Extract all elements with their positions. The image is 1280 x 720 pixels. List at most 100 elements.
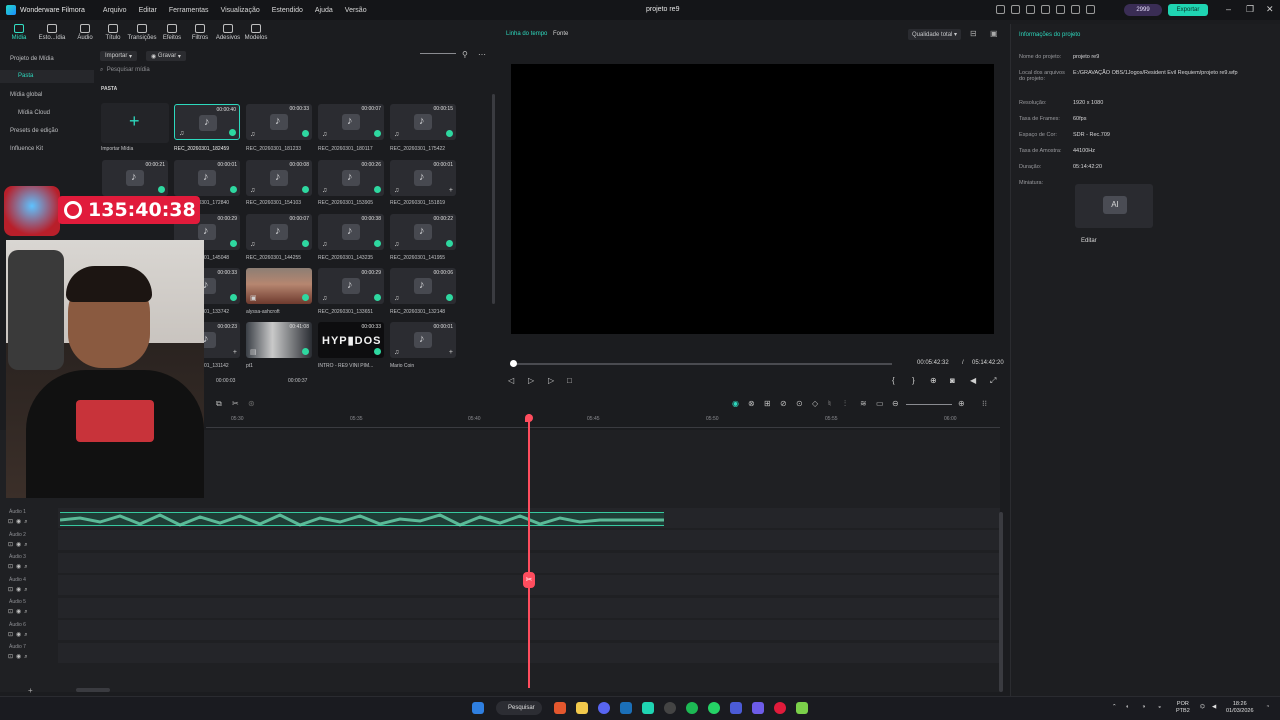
media-item[interactable]: 00:00:40 ♫ — [174, 104, 240, 140]
settings-icon[interactable] — [1071, 5, 1080, 14]
media-item[interactable]: 00:00:08 ♫ — [246, 160, 312, 196]
add-icon[interactable]: + — [233, 349, 237, 356]
marker-icon[interactable]: ⊞ — [764, 399, 771, 408]
credits-badge[interactable]: 2999 — [1124, 4, 1162, 16]
tab-adesivos[interactable]: Adesivos — [213, 24, 243, 41]
track-controls[interactable]: ⊡◉⌕ — [8, 653, 31, 661]
network-icon[interactable]: ⌬ — [1200, 704, 1205, 711]
media-item[interactable]: 00:00:26 ♫ — [318, 160, 384, 196]
track-controls[interactable]: ⊡◉⌕ — [8, 608, 31, 616]
tab-timeline[interactable]: Linha do tempo — [506, 31, 547, 37]
audio-clip[interactable] — [60, 512, 664, 527]
edit-thumbnail-button[interactable]: Editar — [1081, 238, 1097, 244]
filmora-taskbar-icon[interactable] — [642, 702, 654, 714]
media-search[interactable]: ⌕ Pesquisar mídia — [100, 67, 490, 79]
timeline-h-scrollbar[interactable] — [76, 688, 110, 692]
discord-icon[interactable] — [598, 702, 610, 714]
menu-visualizacao[interactable]: Visualização — [221, 7, 260, 14]
timeline-zoom-slider[interactable] — [906, 404, 952, 405]
stop-icon[interactable]: □ — [567, 376, 572, 385]
split-icon[interactable]: ✂ — [232, 399, 239, 408]
playhead-marker[interactable] — [525, 414, 533, 422]
snapshot-icon[interactable]: ▣ — [990, 29, 998, 38]
add-icon[interactable]: + — [449, 187, 453, 194]
compare-icon[interactable]: ⊟ — [970, 29, 977, 38]
add-icon[interactable]: + — [449, 349, 453, 356]
timeline-ruler[interactable]: 05:30 05:35 05:40 05:45 05:50 05:55 06:0… — [206, 414, 1000, 428]
mic-icon[interactable]: ♮ — [828, 399, 831, 408]
media-scrollbar[interactable] — [492, 94, 495, 304]
clock[interactable]: 18:26 01/03/2026 — [1226, 701, 1254, 715]
media-item[interactable]: 00:00:33 ♫ — [246, 104, 312, 140]
close-icon[interactable]: ✕ — [1266, 4, 1274, 15]
tray-icon[interactable]: ◑ — [1142, 704, 1145, 711]
minimize-icon[interactable]: – — [1226, 4, 1231, 14]
brave-icon[interactable] — [554, 702, 566, 714]
import-media-tile[interactable]: + — [101, 103, 169, 143]
ai-tools-icon[interactable]: ◉ — [732, 399, 739, 408]
taskbar-search[interactable]: Pesquisar — [496, 701, 542, 715]
playhead-cut-icon[interactable]: ✂ — [523, 572, 535, 588]
tab-source[interactable]: Fonte — [553, 31, 568, 37]
media-item[interactable]: 00:00:01 ♫ + — [390, 322, 456, 358]
menu-arquivo[interactable]: Arquivo — [103, 7, 127, 14]
tab-titulo[interactable]: Título — [98, 24, 128, 41]
timeline-v-scrollbar[interactable] — [999, 512, 1003, 692]
notepad-icon[interactable] — [796, 702, 808, 714]
crop-icon[interactable]: ⧉ — [216, 399, 222, 409]
menu-estendido[interactable]: Estendido — [272, 7, 303, 14]
nav-midia-cloud[interactable]: Mídia Cloud — [18, 110, 50, 116]
track-controls[interactable]: ⊡◉⌕ — [8, 586, 31, 594]
app-icon[interactable] — [752, 702, 764, 714]
track-controls[interactable]: ⊡◉⌕ — [8, 563, 31, 571]
upload-icon[interactable] — [1011, 5, 1020, 14]
waveform-icon[interactable]: ≋ — [860, 399, 867, 408]
nav-pasta-row[interactable] — [0, 70, 94, 83]
tab-filtros[interactable]: Filtros — [185, 24, 215, 41]
project-thumbnail[interactable]: AI — [1075, 184, 1153, 228]
ripple-icon[interactable]: ⊛ — [248, 399, 255, 408]
tab-audio[interactable]: Áudio — [70, 24, 100, 41]
maximize-icon[interactable]: ❐ — [1246, 4, 1254, 15]
caption-icon[interactable]: ▭ — [876, 399, 884, 408]
obs-icon[interactable] — [664, 702, 676, 714]
tab-modelos[interactable]: Modelos — [241, 24, 271, 41]
tray-icon[interactable]: ◐ — [1126, 704, 1129, 711]
nav-influence-kit[interactable]: Influence Kit — [10, 146, 43, 152]
spotify-icon[interactable] — [686, 702, 698, 714]
nav-midia-global[interactable]: Mídia global — [10, 92, 42, 98]
media-item[interactable]: 00:00:22 ♫ — [390, 214, 456, 250]
shield-icon[interactable]: ◇ — [812, 399, 818, 408]
media-item-video[interactable]: 00:00:33 HYP▮DOS — [318, 322, 384, 358]
media-item[interactable]: 00:00:07 ♫ — [246, 214, 312, 250]
zoom-icon[interactable]: ⊕ — [930, 376, 937, 385]
media-item[interactable]: 00:00:07 ♫ — [318, 104, 384, 140]
step-play-icon[interactable]: ▷ — [528, 376, 534, 385]
media-item[interactable]: 00:00:06 ♫ — [390, 268, 456, 304]
track-controls[interactable]: ⊡◉⌕ — [8, 541, 31, 549]
opera-icon[interactable] — [774, 702, 786, 714]
vpn-icon[interactable] — [730, 702, 742, 714]
zoom-slider[interactable] — [420, 53, 456, 54]
add-track-icon[interactable]: + — [28, 686, 33, 695]
media-item-image[interactable]: ▣ — [246, 268, 312, 304]
import-button[interactable]: Importar ▾ — [100, 51, 138, 61]
menu-ferramentas[interactable]: Ferramentas — [169, 7, 209, 14]
tab-efeitos[interactable]: Efeitos — [157, 24, 187, 41]
menu-ajuda[interactable]: Ajuda — [315, 7, 333, 14]
magnet-icon[interactable]: ⊗ — [748, 399, 755, 408]
camera-icon[interactable]: ◙ — [950, 376, 955, 385]
windows-start-icon[interactable] — [472, 702, 484, 714]
nav-presets[interactable]: Presets de edição — [10, 128, 58, 134]
export-button[interactable]: Exportar — [1168, 4, 1208, 16]
record-button[interactable]: ◉ Gravar ▾ — [146, 51, 186, 61]
track-controls[interactable]: ⊡◉⌕ — [8, 518, 31, 526]
cloud-icon[interactable] — [1056, 5, 1065, 14]
fullscreen-icon[interactable]: ⤢ — [990, 376, 996, 386]
grid-icon[interactable]: ⁝⁝ — [982, 399, 987, 408]
nav-projeto-midia[interactable]: Projeto de Mídia — [10, 56, 54, 62]
gift-icon[interactable] — [996, 5, 1005, 14]
speed-icon[interactable]: ⊙ — [796, 399, 803, 408]
notification-icon[interactable]: ◔ — [1266, 704, 1269, 711]
more-icon[interactable]: ⋯ — [478, 50, 486, 59]
